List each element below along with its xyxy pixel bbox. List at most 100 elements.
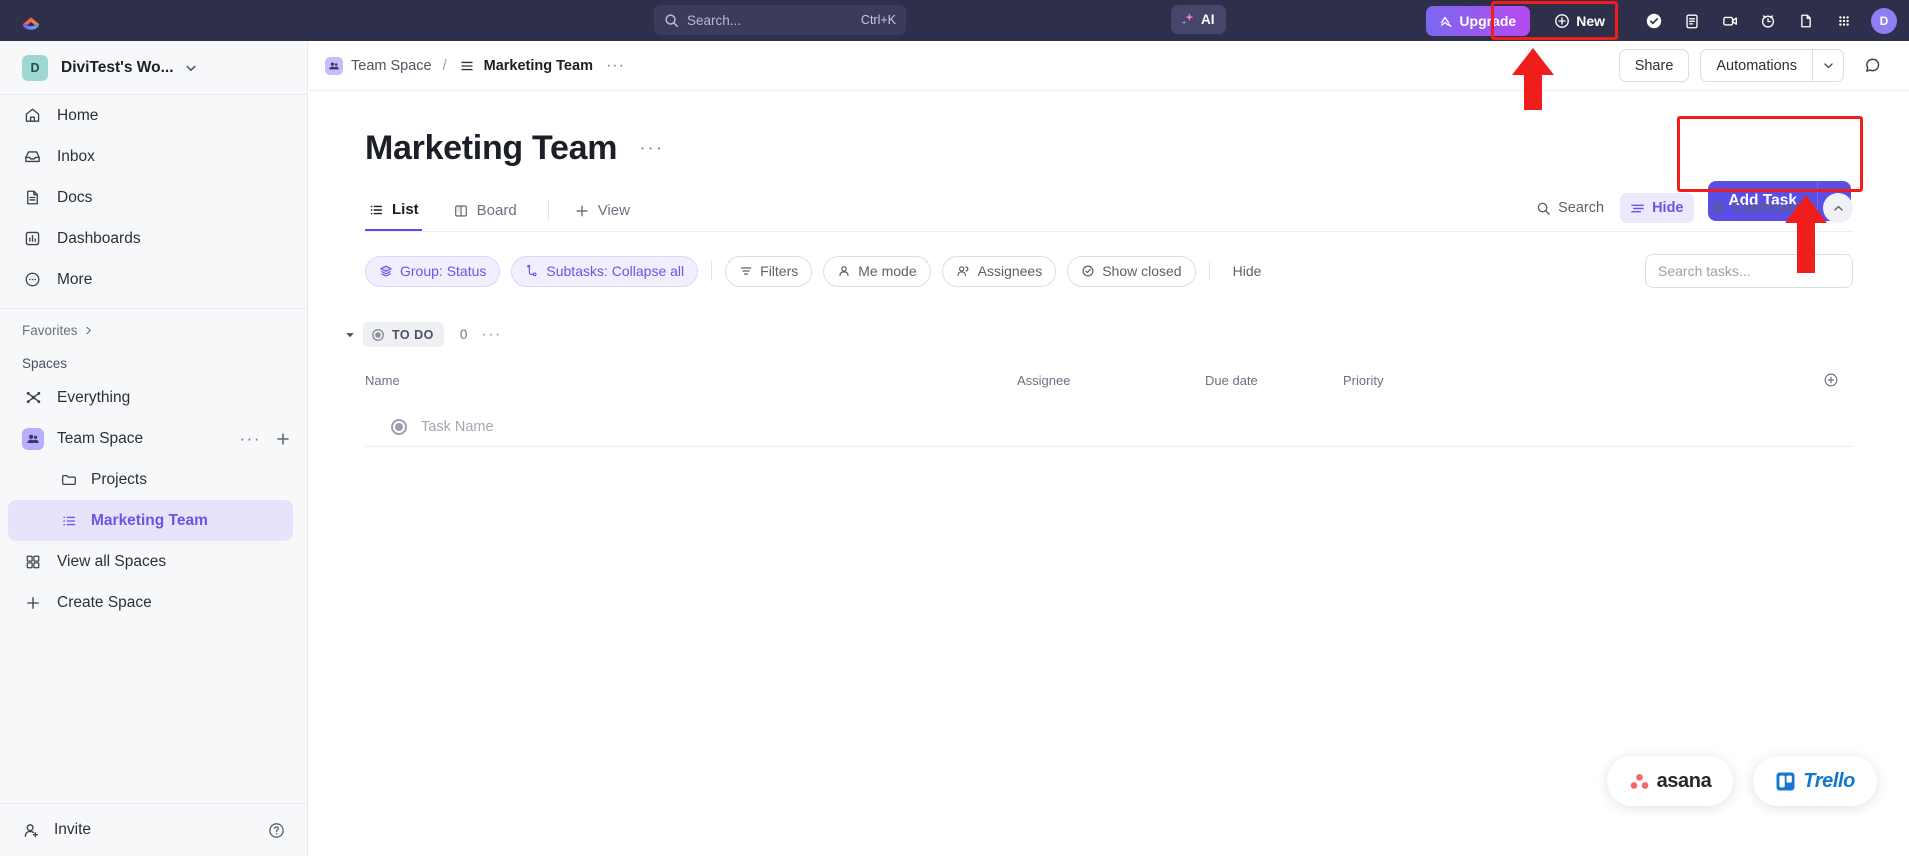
plus-icon	[574, 203, 590, 219]
breadcrumb-more-button[interactable]: ···	[606, 57, 625, 75]
sidebar-section-favorites[interactable]: Favorites	[0, 309, 307, 344]
plus-icon[interactable]	[275, 431, 291, 447]
chip-subtasks[interactable]: Subtasks: Collapse all	[511, 255, 699, 287]
filter-toolbar: Group: Status Subtasks: Collapse all Fil…	[365, 254, 1853, 288]
collapse-toolbar-button[interactable]	[1823, 193, 1853, 223]
workspace-switcher[interactable]: D DiviTest's Wo...	[0, 41, 307, 94]
search-icon	[1536, 201, 1551, 216]
automations-button[interactable]: Automations	[1700, 49, 1812, 82]
view-hide-button[interactable]: Hide	[1620, 193, 1694, 223]
home-icon	[22, 105, 43, 126]
chip-group-status[interactable]: Group: Status	[365, 255, 501, 287]
share-button-label: Share	[1634, 57, 1674, 74]
help-circle-icon[interactable]	[267, 821, 286, 840]
comment-search-icon[interactable]	[1855, 49, 1889, 83]
breadcrumb-item-team-space[interactable]: Team Space	[325, 56, 432, 75]
subtask-icon	[525, 264, 539, 278]
tabs-divider	[547, 200, 549, 220]
add-column-button[interactable]	[1823, 372, 1839, 388]
upgrade-button[interactable]: Upgrade	[1426, 5, 1531, 36]
sparkle-icon	[1179, 11, 1196, 28]
global-search-input[interactable]: Search... Ctrl+K	[654, 5, 906, 35]
column-header-priority[interactable]: Priority	[1343, 373, 1383, 388]
plus-circle-icon	[1554, 13, 1570, 29]
sidebar-item-docs[interactable]: Docs	[0, 177, 307, 218]
list-icon	[58, 510, 79, 531]
filter-divider	[711, 261, 713, 281]
ellipsis-icon[interactable]: ···	[240, 430, 261, 447]
chevron-down-icon	[1822, 59, 1835, 72]
filter-divider-2	[1208, 261, 1210, 281]
chip-show-closed[interactable]: Show closed	[1067, 255, 1196, 287]
inbox-icon	[22, 146, 43, 167]
new-button[interactable]: New	[1544, 6, 1618, 36]
sidebar-item-team-space[interactable]: Team Space ···	[0, 418, 307, 459]
column-header-name[interactable]: Name	[365, 373, 400, 388]
team-space-actions: ···	[240, 430, 291, 447]
automations-dropdown-toggle[interactable]	[1812, 49, 1844, 82]
filter-hide-button[interactable]: Hide	[1223, 263, 1272, 279]
tab-board[interactable]: Board	[450, 190, 520, 231]
alarm-clock-icon[interactable]	[1753, 6, 1783, 36]
sidebar-item-everything[interactable]: Everything	[0, 377, 307, 418]
column-header-due-date[interactable]: Due date	[1205, 373, 1258, 388]
breadcrumb-item-marketing-team[interactable]: Marketing Team	[458, 57, 593, 75]
chip-filters[interactable]: Filters	[725, 255, 813, 287]
sidebar-item-inbox[interactable]: Inbox	[0, 136, 307, 177]
status-circle-icon	[371, 328, 385, 342]
sidebar-item-view-all-spaces[interactable]: View all Spaces	[0, 541, 307, 582]
task-name-input[interactable]: Task Name	[421, 419, 494, 435]
app-grid-icon[interactable]	[1829, 6, 1859, 36]
video-camera-icon[interactable]	[1715, 6, 1745, 36]
sidebar: D DiviTest's Wo... Home Inbox Docs Dashb…	[0, 41, 308, 856]
ai-button[interactable]: AI	[1171, 5, 1226, 34]
clipboard-icon[interactable]	[1677, 6, 1707, 36]
share-button[interactable]: Share	[1618, 49, 1690, 82]
sidebar-item-projects[interactable]: Projects	[8, 459, 293, 500]
add-view-button[interactable]: View	[571, 190, 633, 231]
sidebar-item-create-space[interactable]: Create Space	[0, 582, 307, 623]
page-title-more-button[interactable]: ···	[639, 137, 663, 160]
chip-label: Assignees	[977, 263, 1043, 279]
breadcrumb-separator: /	[442, 57, 447, 74]
trello-widget-label: Trello	[1803, 769, 1855, 792]
check-circle-icon[interactable]	[1639, 6, 1669, 36]
tab-list[interactable]: List	[365, 190, 422, 231]
view-hide-label: Hide	[1652, 200, 1684, 216]
trello-widget[interactable]: Trello	[1753, 756, 1877, 806]
user-plus-icon	[22, 821, 41, 840]
document-icon[interactable]	[1791, 6, 1821, 36]
sidebar-item-label: Home	[57, 106, 99, 124]
search-tasks-input[interactable]: Search tasks...	[1645, 254, 1853, 288]
filter-icon	[739, 264, 753, 278]
automations-split-button: Automations	[1700, 49, 1844, 82]
sidebar-section-spaces: Spaces	[0, 344, 307, 377]
invite-label: Invite	[54, 821, 92, 838]
status-circle-icon[interactable]	[391, 418, 407, 435]
dashboards-icon	[22, 228, 43, 249]
sidebar-item-label: More	[57, 270, 93, 288]
column-header-assignee[interactable]: Assignee	[1017, 373, 1070, 388]
view-customize-button[interactable]: Customize	[1700, 193, 1812, 223]
chip-assignees[interactable]: Assignees	[941, 255, 1057, 287]
table-row[interactable]: Task Name	[365, 407, 1853, 447]
page-title-row: Marketing Team ···	[309, 91, 1909, 168]
clickup-logo-icon[interactable]	[0, 0, 62, 41]
sidebar-item-more[interactable]: More	[0, 259, 307, 300]
sidebar-item-marketing-team[interactable]: Marketing Team	[8, 500, 293, 541]
chip-me-mode[interactable]: Me mode	[823, 255, 931, 287]
invite-button[interactable]: Invite	[22, 821, 91, 840]
sidebar-item-label: View all Spaces	[57, 552, 167, 570]
breadcrumb: Team Space / Marketing Team ··· Share Au…	[309, 41, 1909, 91]
asana-widget[interactable]: asana	[1606, 756, 1734, 806]
view-search-button[interactable]: Search	[1526, 193, 1614, 223]
tab-label: List	[392, 201, 419, 218]
caret-down-icon[interactable]	[337, 329, 363, 341]
sidebar-item-dashboards[interactable]: Dashboards	[0, 218, 307, 259]
task-group-more-button[interactable]: ···	[481, 326, 501, 344]
sidebar-item-home[interactable]: Home	[0, 95, 307, 136]
user-avatar[interactable]: D	[1871, 7, 1897, 34]
sliders-icon	[1630, 201, 1645, 216]
plus-icon	[22, 592, 44, 614]
status-group-pill[interactable]: TO DO	[363, 322, 444, 347]
